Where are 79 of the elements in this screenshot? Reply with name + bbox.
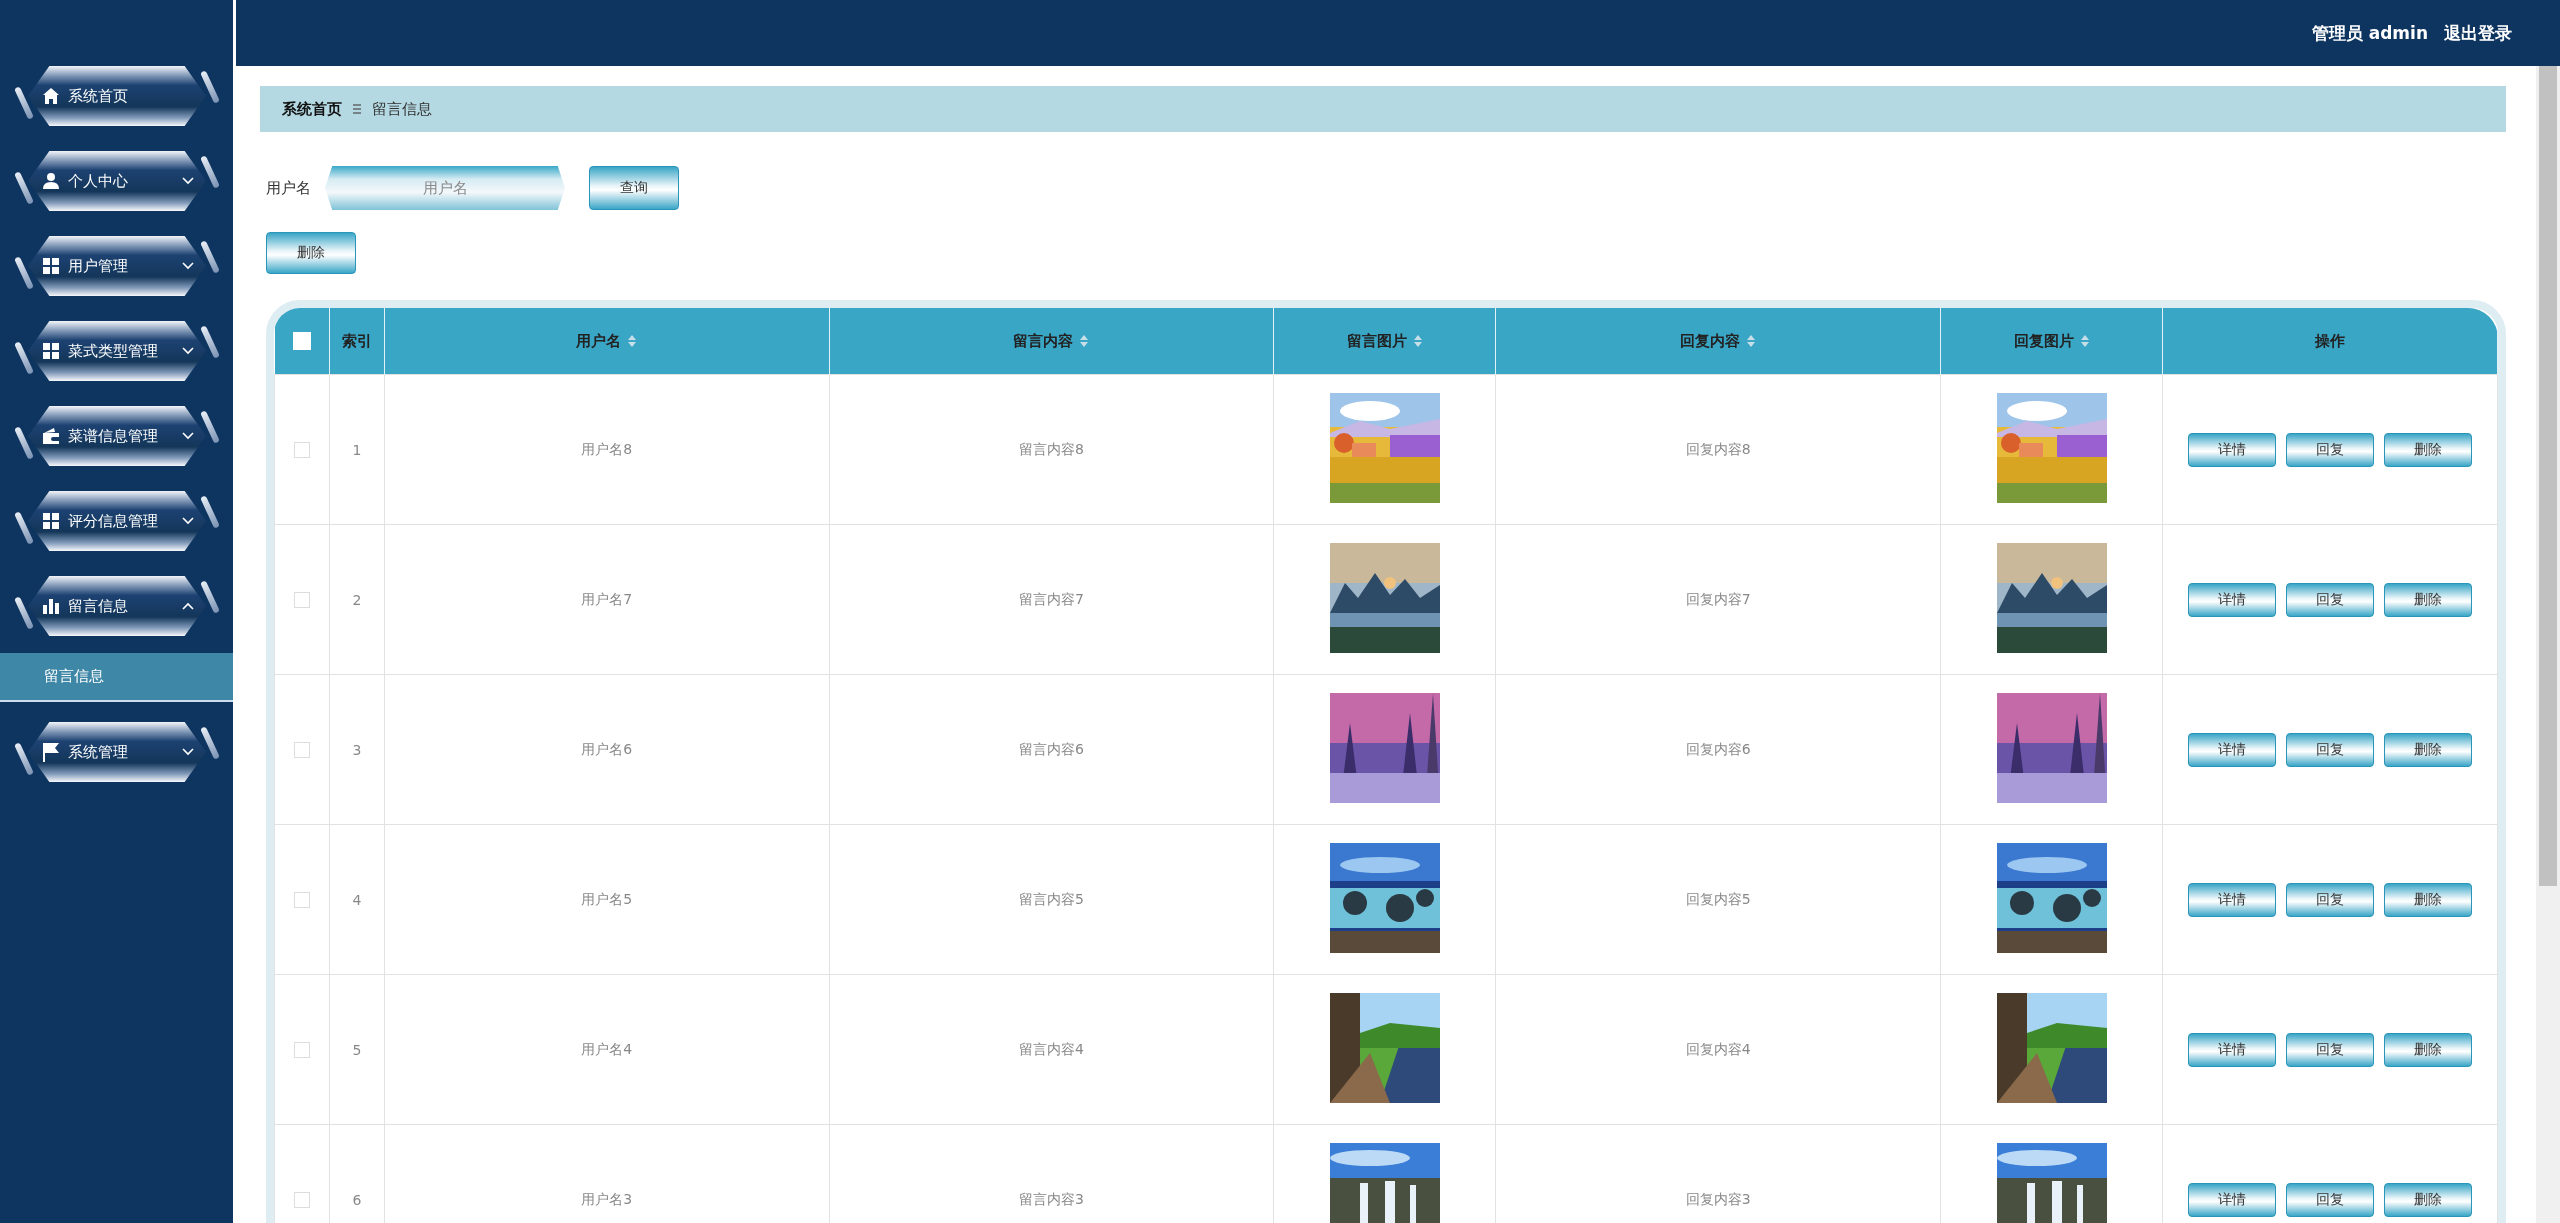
action-button[interactable]: 回复 xyxy=(2286,432,2374,467)
table-cell: 留言内容7 xyxy=(1019,590,1084,607)
table-cell: 回复内容3 xyxy=(1685,1190,1751,1207)
action-button[interactable]: 详情 xyxy=(2188,432,2276,467)
table-cell: 留言内容3 xyxy=(1019,1190,1084,1207)
breadcrumb-item: 留言信息 xyxy=(372,99,432,119)
table-cell: 2 xyxy=(352,591,362,608)
action-button[interactable]: 回复 xyxy=(2286,882,2374,917)
table-cell: 留言内容8 xyxy=(1019,440,1084,457)
action-button[interactable]: 删除 xyxy=(2384,1032,2472,1067)
table-cell: 用户名8 xyxy=(581,440,633,457)
sort-icon[interactable] xyxy=(1746,333,1757,349)
field-label: 用户名 xyxy=(266,178,311,198)
checkbox[interactable] xyxy=(294,1042,310,1058)
table-cell: 回复内容7 xyxy=(1685,590,1751,607)
sort-icon[interactable] xyxy=(627,333,638,349)
table-cell: 4 xyxy=(352,891,362,908)
column-header[interactable]: 回复内容 xyxy=(1680,331,1741,351)
action-button[interactable]: 回复 xyxy=(2286,1182,2374,1217)
column-header: 索引 xyxy=(342,331,372,351)
column-header[interactable]: 用户名 xyxy=(576,331,622,351)
table-cell: 回复内容8 xyxy=(1685,440,1751,457)
action-button[interactable]: 删除 xyxy=(2384,582,2472,617)
scrollbar-thumb[interactable] xyxy=(2539,66,2557,886)
grid-icon xyxy=(42,512,60,530)
action-button[interactable]: 详情 xyxy=(2188,732,2276,767)
sort-icon[interactable] xyxy=(1412,333,1423,349)
table-cell: 用户名4 xyxy=(581,1040,633,1057)
table-cell: 留言内容5 xyxy=(1019,890,1084,907)
action-button[interactable]: 详情 xyxy=(2188,1032,2276,1067)
action-button[interactable]: 回复 xyxy=(2286,1032,2374,1067)
table-cell: 6 xyxy=(352,1191,362,1208)
user-icon xyxy=(42,172,60,190)
table-cell: 1 xyxy=(352,441,362,458)
search-button[interactable]: 查询 xyxy=(589,166,679,210)
checkbox[interactable] xyxy=(294,592,310,608)
delete-button[interactable]: 删除 xyxy=(266,232,356,274)
logout-link[interactable]: 退出登录 xyxy=(2444,21,2512,45)
separator-icon xyxy=(352,103,362,115)
flag-icon xyxy=(42,742,60,762)
checkbox[interactable] xyxy=(294,892,310,908)
table-cell: 用户名6 xyxy=(581,740,633,757)
table-cell: 3 xyxy=(352,741,362,758)
action-button[interactable]: 详情 xyxy=(2188,1182,2276,1217)
table-cell: 回复内容5 xyxy=(1685,890,1751,907)
submenu-item[interactable]: 留言信息 xyxy=(0,653,233,702)
table-cell: 5 xyxy=(352,1041,362,1058)
table-cell: 用户名3 xyxy=(581,1190,633,1207)
grid-icon xyxy=(42,342,60,360)
sort-icon[interactable] xyxy=(1079,333,1090,349)
column-header[interactable]: 留言图片 xyxy=(1346,331,1407,351)
column-header: 操作 xyxy=(2315,331,2345,351)
grid-icon xyxy=(42,257,60,275)
checkbox[interactable] xyxy=(294,742,310,758)
wallet-icon xyxy=(42,427,60,445)
checkbox[interactable] xyxy=(294,1192,310,1208)
column-header[interactable]: 留言内容 xyxy=(1013,331,1074,351)
search-field[interactable]: 用户名 xyxy=(325,166,565,210)
table-cell: 用户名5 xyxy=(581,890,633,907)
breadcrumb-item[interactable]: 系统首页 xyxy=(282,99,342,119)
home-icon xyxy=(42,87,60,105)
action-button[interactable]: 回复 xyxy=(2286,582,2374,617)
action-button[interactable]: 删除 xyxy=(2384,732,2472,767)
table-cell: 留言内容6 xyxy=(1019,740,1084,757)
action-button[interactable]: 回复 xyxy=(2286,732,2374,767)
table-cell: 用户名7 xyxy=(581,590,633,607)
table-cell: 回复内容4 xyxy=(1685,1040,1751,1057)
table-cell: 回复内容6 xyxy=(1685,740,1751,757)
action-button[interactable]: 删除 xyxy=(2384,432,2472,467)
admin-label: 管理员 admin xyxy=(2311,21,2428,45)
action-button[interactable]: 删除 xyxy=(2384,882,2472,917)
bar-chart-icon xyxy=(42,597,60,615)
sort-icon[interactable] xyxy=(2079,333,2090,349)
action-button[interactable]: 详情 xyxy=(2188,882,2276,917)
column-header[interactable]: 回复图片 xyxy=(2013,331,2074,351)
checkbox[interactable] xyxy=(294,442,310,458)
action-button[interactable]: 详情 xyxy=(2188,582,2276,617)
action-button[interactable]: 删除 xyxy=(2384,1182,2472,1217)
table-cell: 留言内容4 xyxy=(1019,1040,1084,1057)
